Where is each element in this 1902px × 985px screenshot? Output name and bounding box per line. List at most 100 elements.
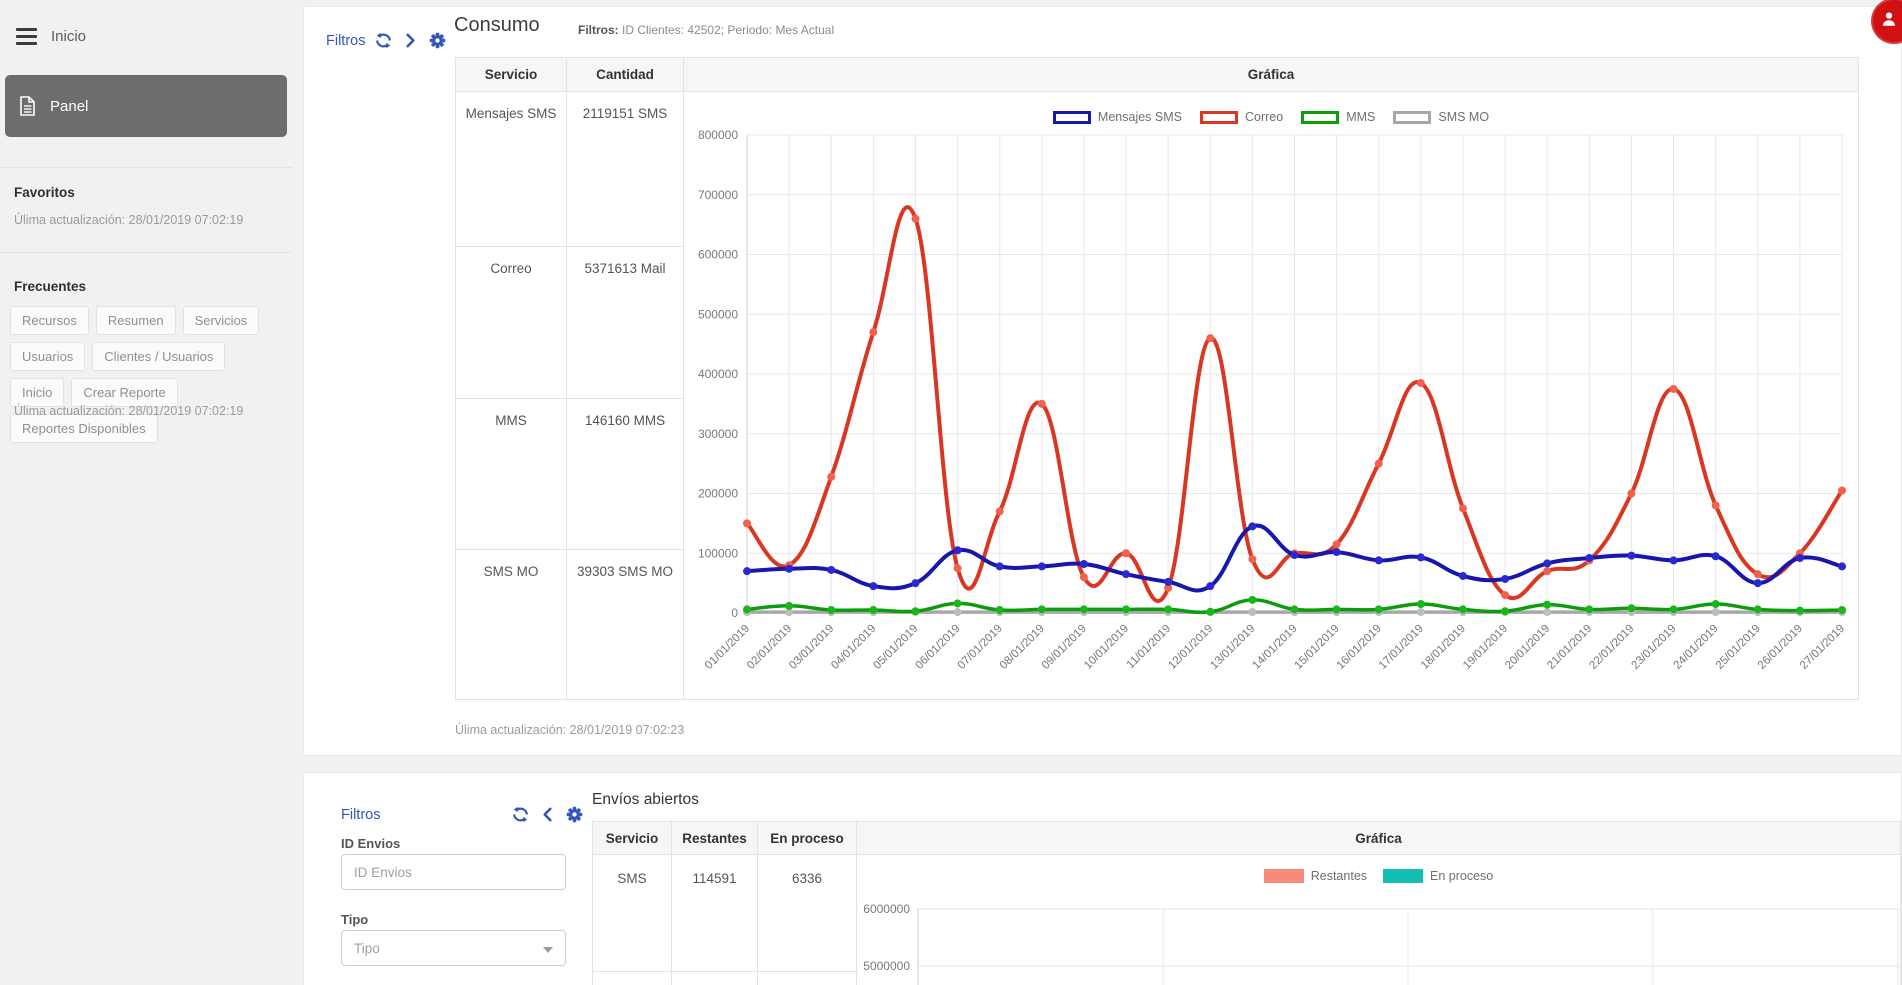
svg-text:13/01/2019: 13/01/2019 [1208,623,1257,672]
svg-text:20/01/2019: 20/01/2019 [1503,623,1552,672]
tipo-select-value: Tipo [354,941,380,956]
legend-item[interactable]: En proceso [1383,869,1493,883]
svg-text:18/01/2019: 18/01/2019 [1419,623,1468,672]
frequent-chip[interactable]: Clientes / Usuarios [92,342,225,371]
frecuentes-heading: Frecuentes [14,279,86,294]
svg-text:6000000: 6000000 [863,902,910,916]
envios-title: Envíos abiertos [592,791,699,809]
svg-text:400000: 400000 [698,367,738,381]
table-cell: Correo [456,247,567,399]
envios-bar-chart: 6000000 5000000 [857,887,1899,985]
table-cell: 114591 [672,855,758,972]
column-header: Gráfica [684,58,1859,92]
frequent-chip[interactable]: Servicios [183,306,260,335]
legend-label: MMS [1346,110,1375,124]
frequent-chip[interactable]: Crear Reporte [71,378,177,407]
table-cell: SMS MO [456,550,567,700]
legend-item[interactable]: Restantes [1264,869,1367,883]
favoritos-last-update: Úlima actualización: 28/01/2019 07:02:19 [14,213,243,227]
hamburger-icon[interactable] [16,28,37,45]
chevron-left-icon[interactable] [539,806,556,823]
svg-text:300000: 300000 [698,427,738,441]
svg-text:12/01/2019: 12/01/2019 [1166,623,1215,672]
svg-text:23/01/2019: 23/01/2019 [1629,623,1678,672]
legend-swatch [1264,869,1304,883]
tipo-select[interactable]: Tipo [341,930,566,966]
refresh-icon[interactable] [375,32,392,49]
chevron-right-icon[interactable] [402,32,419,49]
svg-text:200000: 200000 [698,487,738,501]
svg-text:19/01/2019: 19/01/2019 [1461,623,1510,672]
column-header: Servicio [456,58,567,92]
svg-text:04/01/2019: 04/01/2019 [829,623,878,672]
envios-table: ServicioRestantesEn procesoGráficaSMS114… [592,821,1901,985]
sidebar-panel-label: Panel [50,98,88,115]
svg-text:17/01/2019: 17/01/2019 [1377,623,1426,672]
consumo-filters-summary-label: Filtros: [578,23,619,37]
consumo-filters-summary-value: ID Clientes: 42502; Periodo: Mes Actual [622,23,834,37]
legend-swatch [1393,111,1431,124]
table-cell: SMS [593,855,672,972]
svg-text:07/01/2019: 07/01/2019 [956,623,1005,672]
svg-text:26/01/2019: 26/01/2019 [1756,623,1805,672]
consumo-last-update: Úlima actualización: 28/01/2019 07:02:23 [455,723,684,737]
legend-label: Correo [1245,110,1283,124]
frequent-chip[interactable]: Usuarios [10,342,85,371]
svg-text:10/01/2019: 10/01/2019 [1082,623,1131,672]
frequent-chip[interactable]: Reportes Disponibles [10,414,158,443]
legend-item[interactable]: Correo [1200,110,1283,124]
svg-text:25/01/2019: 25/01/2019 [1714,623,1763,672]
sidebar-item-panel[interactable]: Panel [5,75,287,137]
sidebar-item-inicio[interactable]: Inicio [16,28,86,45]
gear-icon[interactable] [566,806,583,823]
frequent-chip[interactable]: Resumen [96,306,176,335]
table-cell: 6336 [758,855,857,972]
table-cell: 146160 MMS [567,399,684,550]
chart-cell: Restantes En proceso 6000000 5000000 [857,855,1901,985]
chart-cell: 0100000200000300000400000500000600000700… [684,92,1859,700]
legend-item[interactable]: SMS MO [1393,110,1489,124]
legend-label: SMS MO [1438,110,1489,124]
legend-item[interactable]: Mensajes SMS [1053,110,1182,124]
table-cell: 1176797 [758,972,857,985]
legend-label: Restantes [1311,869,1367,883]
frequent-chip-list: RecursosResumenServicios UsuariosClientes… [10,306,286,443]
sidebar: Inicio Panel Favoritos Úlima actualizaci… [0,0,293,985]
svg-text:500000: 500000 [698,307,738,321]
id-envios-input[interactable] [341,854,566,890]
svg-text:5000000: 5000000 [863,959,910,973]
svg-text:15/01/2019: 15/01/2019 [1293,623,1342,672]
svg-text:03/01/2019: 03/01/2019 [787,623,836,672]
sidebar-divider [0,252,293,253]
consumo-table: ServicioCantidadGráficaMensajes SMS21191… [455,57,1859,700]
svg-text:700000: 700000 [698,188,738,202]
svg-text:01/01/2019: 01/01/2019 [703,623,752,672]
table-cell: Mensajes SMS [456,92,567,247]
svg-text:02/01/2019: 02/01/2019 [745,623,794,672]
svg-text:22/01/2019: 22/01/2019 [1587,623,1636,672]
table-cell: 39303 SMS MO [567,550,684,700]
frequent-chip[interactable]: Recursos [10,306,89,335]
legend-label: En proceso [1430,869,1493,883]
svg-text:09/01/2019: 09/01/2019 [1040,623,1089,672]
id-envios-label: ID Envios [341,836,400,851]
svg-text:16/01/2019: 16/01/2019 [1335,623,1384,672]
refresh-icon[interactable] [512,806,529,823]
svg-text:800000: 800000 [698,128,738,142]
column-header: Gráfica [857,822,1901,855]
table-cell: 2119151 SMS [567,92,684,247]
favoritos-heading: Favoritos [14,185,75,200]
gear-icon[interactable] [429,32,446,49]
column-header: En proceso [758,822,857,855]
column-header: Restantes [672,822,758,855]
sidebar-divider [0,167,293,168]
envios-card: Filtros [303,772,1902,985]
legend-item[interactable]: MMS [1301,110,1375,124]
svg-text:600000: 600000 [698,248,738,262]
table-cell: MMS [456,399,567,550]
table-cell: 5371613 Mail [567,247,684,399]
frequent-chip[interactable]: Inicio [10,378,64,407]
svg-text:06/01/2019: 06/01/2019 [914,623,963,672]
envios-filters-title: Filtros [341,807,380,823]
consumo-filters-title: Filtros [326,33,365,49]
